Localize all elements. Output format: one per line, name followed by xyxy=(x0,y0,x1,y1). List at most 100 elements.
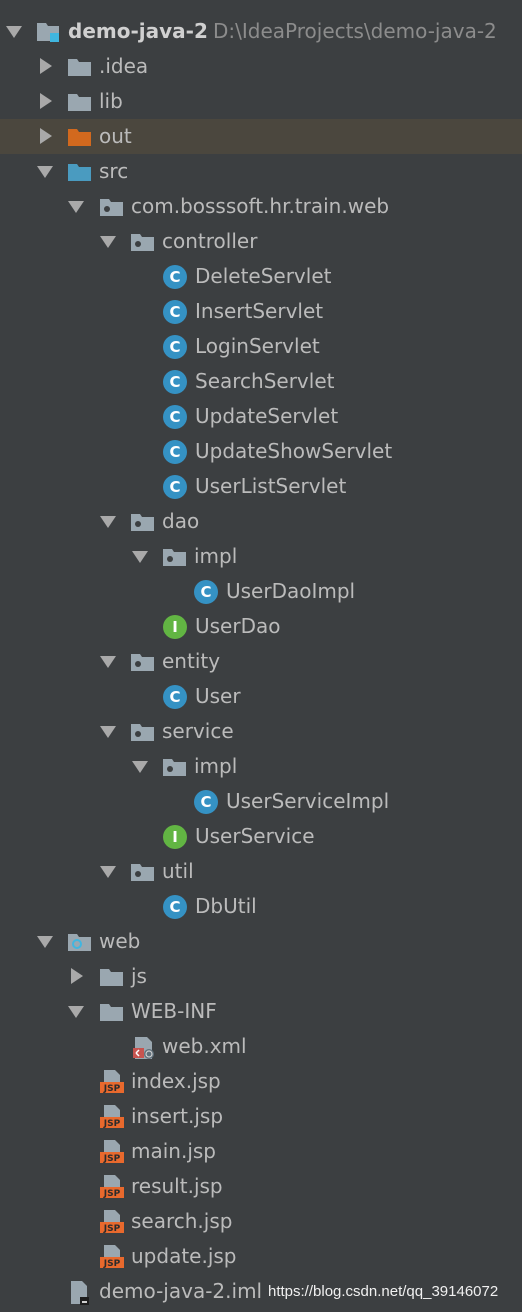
node-label: .idea xyxy=(99,54,149,78)
package-icon xyxy=(130,860,156,884)
tree-node-entity[interactable]: entity xyxy=(0,644,522,679)
jsp-file-icon: JSP xyxy=(99,1139,125,1165)
tree-node-jsp[interactable]: JSP index.jsp xyxy=(0,1064,522,1099)
node-label: out xyxy=(99,124,132,148)
tree-node-service-impl[interactable]: impl xyxy=(0,749,522,784)
tree-node-jsp[interactable]: JSP search.jsp xyxy=(0,1204,522,1239)
node-label: UserListServlet xyxy=(195,474,347,498)
tree-node-class[interactable]: C UpdateShowServlet xyxy=(0,434,522,469)
tree-node-interface[interactable]: I UserDao xyxy=(0,609,522,644)
tree-node-class[interactable]: C UpdateServlet xyxy=(0,399,522,434)
class-icon: C xyxy=(163,265,187,289)
chevron-down-icon[interactable] xyxy=(99,512,117,530)
node-label: controller xyxy=(162,229,258,253)
tree-node-web[interactable]: web xyxy=(0,924,522,959)
tree-node-src[interactable]: src xyxy=(0,154,522,189)
tree-node-util[interactable]: util xyxy=(0,854,522,889)
jsp-file-icon: JSP xyxy=(99,1174,125,1200)
tree-node-class[interactable]: C UserListServlet xyxy=(0,469,522,504)
tree-node-jsp[interactable]: JSP insert.jsp xyxy=(0,1099,522,1134)
toolbar-strip xyxy=(0,0,522,14)
package-icon xyxy=(162,545,188,569)
chevron-down-icon[interactable] xyxy=(36,932,54,950)
chevron-down-icon[interactable] xyxy=(99,722,117,740)
chevron-down-icon[interactable] xyxy=(99,232,117,250)
node-label: demo-java-2.iml xyxy=(99,1279,263,1303)
node-label: UserServiceImpl xyxy=(226,789,390,813)
class-icon: C xyxy=(194,790,218,814)
class-icon: C xyxy=(194,580,218,604)
node-label: web xyxy=(99,929,141,953)
tree-node-iml[interactable]: demo-java-2.iml https://blog.csdn.net/qq… xyxy=(0,1274,522,1309)
tree-node-class[interactable]: C DbUtil xyxy=(0,889,522,924)
chevron-down-icon[interactable] xyxy=(67,1002,85,1020)
interface-icon: I xyxy=(163,615,187,639)
folder-icon xyxy=(99,1000,125,1024)
tree-node-webxml[interactable]: web.xml xyxy=(0,1029,522,1064)
tree-node-dao[interactable]: dao xyxy=(0,504,522,539)
jsp-badge-text: JSP xyxy=(103,1154,121,1164)
package-icon xyxy=(162,755,188,779)
class-icon: C xyxy=(163,300,187,324)
node-label: result.jsp xyxy=(131,1174,223,1198)
tree-node-class[interactable]: C InsertServlet xyxy=(0,294,522,329)
chevron-down-icon[interactable] xyxy=(36,162,54,180)
node-label: UpdateShowServlet xyxy=(195,439,393,463)
chevron-down-icon[interactable] xyxy=(67,197,85,215)
package-icon xyxy=(130,650,156,674)
tree-node-lib[interactable]: lib xyxy=(0,84,522,119)
tree-node-jsp[interactable]: JSP update.jsp xyxy=(0,1239,522,1274)
web-folder-icon xyxy=(67,930,93,954)
chevron-right-icon[interactable] xyxy=(67,967,85,985)
node-label: LoginServlet xyxy=(195,334,320,358)
tree-node-class[interactable]: C UserDaoImpl xyxy=(0,574,522,609)
chevron-right-icon[interactable] xyxy=(36,127,54,145)
tree-node-class[interactable]: C UserServiceImpl xyxy=(0,784,522,819)
tree-node-class[interactable]: C LoginServlet xyxy=(0,329,522,364)
node-label: UserService xyxy=(195,824,315,848)
tree-node-package[interactable]: com.bosssoft.hr.train.web xyxy=(0,189,522,224)
folder-icon xyxy=(67,90,93,114)
tree-node-out[interactable]: out xyxy=(0,119,522,154)
jsp-file-icon: JSP xyxy=(99,1209,125,1235)
tree-node-jsp[interactable]: JSP result.jsp xyxy=(0,1169,522,1204)
node-label: service xyxy=(162,719,234,743)
tree-node-dao-impl[interactable]: impl xyxy=(0,539,522,574)
node-label: InsertServlet xyxy=(195,299,324,323)
tree-node-project-root[interactable]: demo-java-2 D:\IdeaProjects\demo-java-2 xyxy=(0,14,522,49)
package-icon xyxy=(99,195,125,219)
tree-node-controller[interactable]: controller xyxy=(0,224,522,259)
jsp-badge-text: JSP xyxy=(103,1119,121,1129)
class-icon: C xyxy=(163,335,187,359)
node-label: DbUtil xyxy=(195,894,257,918)
module-icon xyxy=(36,20,62,44)
chevron-down-icon[interactable] xyxy=(5,22,23,40)
chevron-down-icon[interactable] xyxy=(99,862,117,880)
tree-node-js[interactable]: js xyxy=(0,959,522,994)
chevron-down-icon[interactable] xyxy=(131,757,149,775)
tree-node-class[interactable]: C User xyxy=(0,679,522,714)
node-label: User xyxy=(195,684,241,708)
project-tree: demo-java-2 D:\IdeaProjects\demo-java-2 … xyxy=(0,14,522,1309)
tree-node-class[interactable]: C SearchServlet xyxy=(0,364,522,399)
node-label: WEB-INF xyxy=(131,999,217,1023)
jsp-file-icon: JSP xyxy=(99,1104,125,1130)
package-icon xyxy=(130,720,156,744)
tree-node-jsp[interactable]: JSP main.jsp xyxy=(0,1134,522,1169)
chevron-right-icon[interactable] xyxy=(36,92,54,110)
tree-node-interface[interactable]: I UserService xyxy=(0,819,522,854)
node-label: main.jsp xyxy=(131,1139,216,1163)
node-label: js xyxy=(131,964,147,988)
jsp-file-icon: JSP xyxy=(99,1069,125,1095)
chevron-down-icon[interactable] xyxy=(99,652,117,670)
tree-node-idea[interactable]: .idea xyxy=(0,49,522,84)
chevron-down-icon[interactable] xyxy=(131,547,149,565)
node-label: impl xyxy=(194,754,238,778)
tree-node-webinf[interactable]: WEB-INF xyxy=(0,994,522,1029)
xml-file-icon xyxy=(131,1035,157,1059)
chevron-right-icon[interactable] xyxy=(36,57,54,75)
node-label: insert.jsp xyxy=(131,1104,224,1128)
tree-node-class[interactable]: C DeleteServlet xyxy=(0,259,522,294)
node-label: DeleteServlet xyxy=(195,264,332,288)
tree-node-service[interactable]: service xyxy=(0,714,522,749)
